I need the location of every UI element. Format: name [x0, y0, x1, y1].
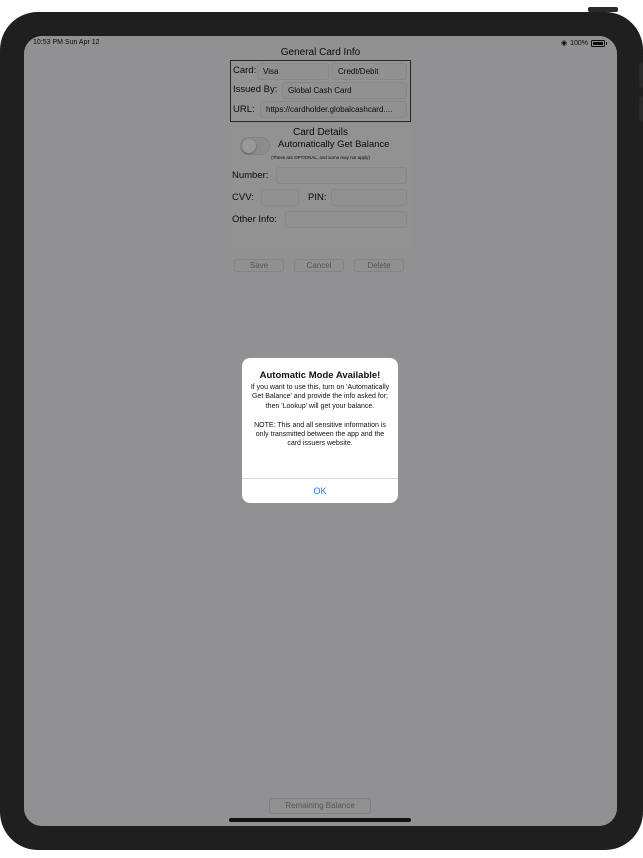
volume-up-button	[639, 62, 643, 88]
top-button	[588, 7, 618, 12]
alert-ok-button[interactable]: OK	[242, 479, 398, 503]
alert-title: Automatic Mode Available!	[259, 370, 381, 381]
volume-down-button	[639, 96, 643, 122]
alert-message: If you want to use this, turn on 'Automa…	[250, 384, 390, 448]
screen: 10:53 PM Sun Apr 12 ◉ 100% General Card …	[24, 36, 617, 826]
alert-dialog: Automatic Mode Available! If you want to…	[242, 358, 398, 503]
home-indicator	[229, 818, 411, 822]
